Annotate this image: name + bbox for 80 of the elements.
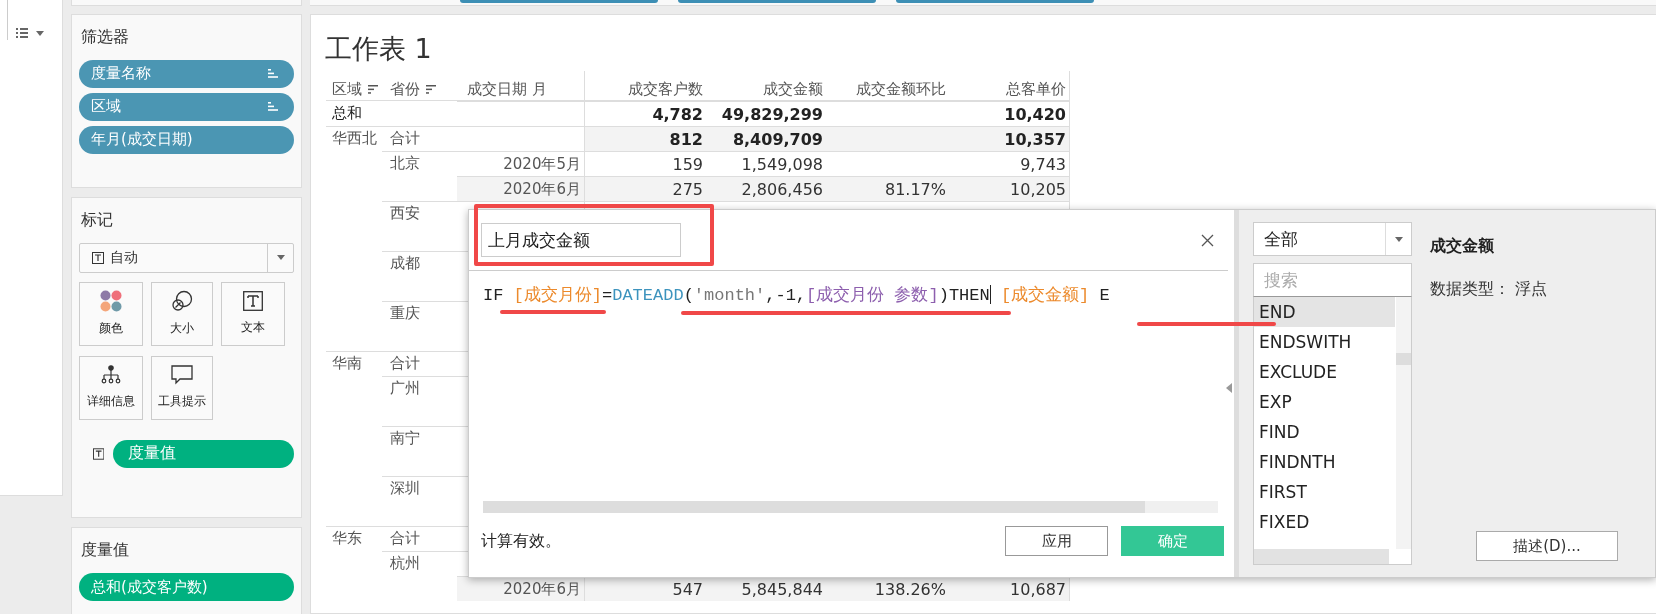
describe-button[interactable]: 描述(D)... xyxy=(1476,531,1618,561)
data-type-text: 数据类型： 浮点 xyxy=(1430,279,1549,300)
function-item[interactable]: ENDSWITH xyxy=(1254,327,1395,357)
table-cell: 广州 xyxy=(382,376,457,426)
table-cell: 547 xyxy=(585,576,707,601)
size-circles-icon xyxy=(171,290,193,313)
collapse-arrow-icon[interactable] xyxy=(1226,383,1232,393)
sheet-title: 工作表 1 xyxy=(325,32,433,66)
status-text: 计算有效。 xyxy=(481,530,561,552)
field-title: 成交金额 xyxy=(1430,236,1495,257)
table-cell: 10,357 xyxy=(950,126,1070,151)
table-cell: 重庆 xyxy=(382,301,457,351)
function-item[interactable]: FIND xyxy=(1254,417,1395,447)
table-cell: 合计 xyxy=(382,126,457,151)
column-header[interactable]: 成交客户数 xyxy=(628,80,703,99)
mark-card[interactable]: 颜色 xyxy=(79,281,143,346)
table-cell: 812 xyxy=(585,126,707,151)
close-icon[interactable] xyxy=(1201,233,1214,247)
speech-bubble-icon xyxy=(171,365,193,386)
function-item[interactable]: FINDNTH xyxy=(1254,447,1395,477)
table-cell: 5,845,844 xyxy=(707,576,827,601)
table-cell: 深圳 xyxy=(382,476,457,526)
table-cell: 华西北 xyxy=(326,126,382,151)
column-header[interactable]: 成交日期 月 xyxy=(467,80,547,99)
function-item[interactable]: FIRST xyxy=(1254,477,1395,507)
table-cell: 2020年6月 xyxy=(457,576,585,601)
table-cell: 成都 xyxy=(382,251,457,301)
table-cell: 华东 xyxy=(326,526,382,551)
sort-icon[interactable] xyxy=(368,85,378,94)
text-mark-icon xyxy=(92,251,104,264)
caret-icon xyxy=(276,255,285,261)
table-cell: 西安 xyxy=(382,201,457,251)
column-header[interactable]: 成交金额环比 xyxy=(856,80,946,99)
table-cell: 南宁 xyxy=(382,426,457,476)
color-dots-icon xyxy=(100,290,122,313)
hierarchy-icon xyxy=(101,365,121,386)
table-cell: 275 xyxy=(585,176,707,201)
table-cell: 10,687 xyxy=(950,576,1070,601)
search-field[interactable]: 搜索 xyxy=(1253,263,1412,297)
table-cell: 2020年6月 xyxy=(457,176,585,201)
panel-title: 度量值 xyxy=(81,540,130,561)
text-mark-icon xyxy=(93,447,105,460)
text-box-icon xyxy=(243,291,263,312)
category-dropdown[interactable]: 全部 xyxy=(1253,222,1412,256)
table-cell-text: 总和 xyxy=(331,103,363,124)
table-cell: 杭州 xyxy=(382,551,457,576)
caret-icon[interactable] xyxy=(36,30,44,36)
table-cell: 81.17% xyxy=(827,176,950,201)
scrollbar[interactable] xyxy=(483,501,1218,513)
name-field[interactable]: 上月成交金额 xyxy=(481,223,681,257)
sort-icon[interactable] xyxy=(426,85,436,94)
table-cell: 合计 xyxy=(382,526,457,551)
mark-card[interactable]: 详细信息 xyxy=(79,355,143,420)
mark-type-dropdown[interactable]: 自动 xyxy=(79,242,294,273)
table-cell: 华南 xyxy=(326,351,382,376)
table-cell: 8,409,709 xyxy=(707,126,827,151)
panel-title: 标记 xyxy=(81,209,114,231)
caret-icon xyxy=(1394,236,1403,242)
function-item[interactable]: EXP xyxy=(1254,387,1395,417)
panel-title: 筛选器 xyxy=(81,26,130,48)
table-cell: 138.26% xyxy=(827,576,950,601)
mark-card[interactable]: 大小 xyxy=(151,281,213,346)
column-header[interactable]: 区域 xyxy=(332,80,362,99)
mark-card[interactable]: 工具提示 xyxy=(151,355,213,420)
apply-button[interactable]: 应用 xyxy=(1005,526,1108,556)
column-header[interactable]: 省份 xyxy=(390,80,420,99)
table-cell: 合计 xyxy=(382,351,457,376)
scrollbar[interactable] xyxy=(1254,549,1389,564)
scrollbar[interactable] xyxy=(1396,297,1411,549)
table-cell: 北京 xyxy=(382,151,457,176)
column-header[interactable]: 成交金额 xyxy=(763,80,823,99)
function-item[interactable]: FIXED xyxy=(1254,507,1395,537)
formula-editor[interactable]: IF [成交月份]=DATEADD('month',-1,[成交月份 参数])THEN [成交金额] E xyxy=(469,271,1234,501)
table-cell: 10,205 xyxy=(950,176,1070,201)
function-item[interactable]: END xyxy=(1254,297,1395,327)
mark-card[interactable]: 文本 xyxy=(221,281,285,346)
function-item[interactable]: EXCLUDE xyxy=(1254,357,1395,387)
table-view-icon[interactable] xyxy=(16,28,28,38)
column-header[interactable]: 总客单价 xyxy=(1006,80,1066,99)
table-cell: 2,806,456 xyxy=(707,176,827,201)
